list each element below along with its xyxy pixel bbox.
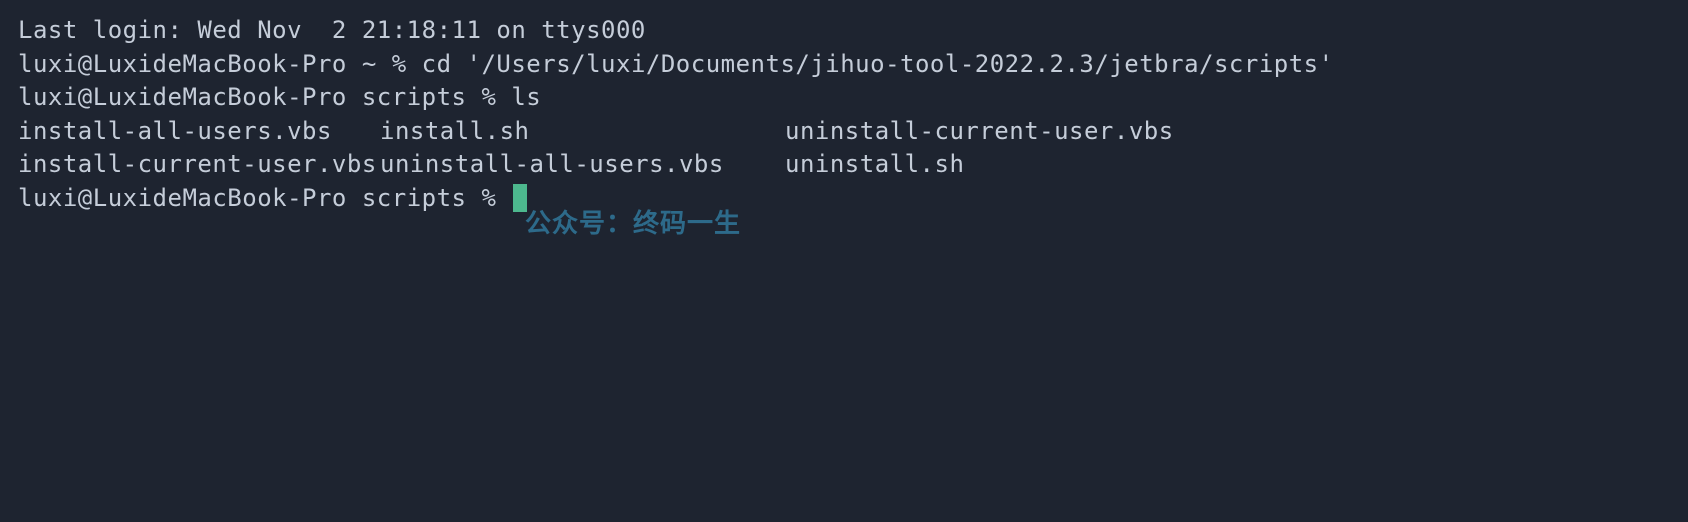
- ls-file: uninstall-all-users.vbs: [380, 148, 785, 182]
- ls-file: install-all-users.vbs: [18, 115, 380, 149]
- prompt-symbol: %: [481, 184, 496, 212]
- command-ls: ls: [511, 83, 541, 111]
- ls-file: install.sh: [380, 115, 785, 149]
- cursor-block: [513, 184, 527, 212]
- prompt-path: scripts: [362, 83, 467, 111]
- prompt-user-host: luxi@LuxideMacBook-Pro: [18, 50, 347, 78]
- ls-output-row: install-all-users.vbsinstall.shuninstall…: [18, 115, 1670, 149]
- prompt-symbol: %: [392, 50, 407, 78]
- prompt-line-1: luxi@LuxideMacBook-Pro ~ % cd '/Users/lu…: [18, 48, 1670, 82]
- prompt-path: ~: [362, 50, 377, 78]
- ls-file: install-current-user.vbs: [18, 148, 380, 182]
- ls-file: uninstall-current-user.vbs: [785, 115, 1174, 149]
- last-login-line: Last login: Wed Nov 2 21:18:11 on ttys00…: [18, 14, 1670, 48]
- terminal-output[interactable]: Last login: Wed Nov 2 21:18:11 on ttys00…: [18, 14, 1670, 216]
- prompt-path: scripts: [362, 184, 467, 212]
- prompt-line-2: luxi@LuxideMacBook-Pro scripts % ls: [18, 81, 1670, 115]
- last-login-text: Last login: Wed Nov 2 21:18:11 on ttys00…: [18, 16, 646, 44]
- prompt-user-host: luxi@LuxideMacBook-Pro: [18, 83, 347, 111]
- prompt-line-3[interactable]: luxi@LuxideMacBook-Pro scripts %: [18, 182, 1670, 216]
- prompt-user-host: luxi@LuxideMacBook-Pro: [18, 184, 347, 212]
- ls-file: uninstall.sh: [785, 148, 964, 182]
- prompt-symbol: %: [481, 83, 496, 111]
- ls-output-row: install-current-user.vbsuninstall-all-us…: [18, 148, 1670, 182]
- command-cd: cd '/Users/luxi/Documents/jihuo-tool-202…: [422, 50, 1334, 78]
